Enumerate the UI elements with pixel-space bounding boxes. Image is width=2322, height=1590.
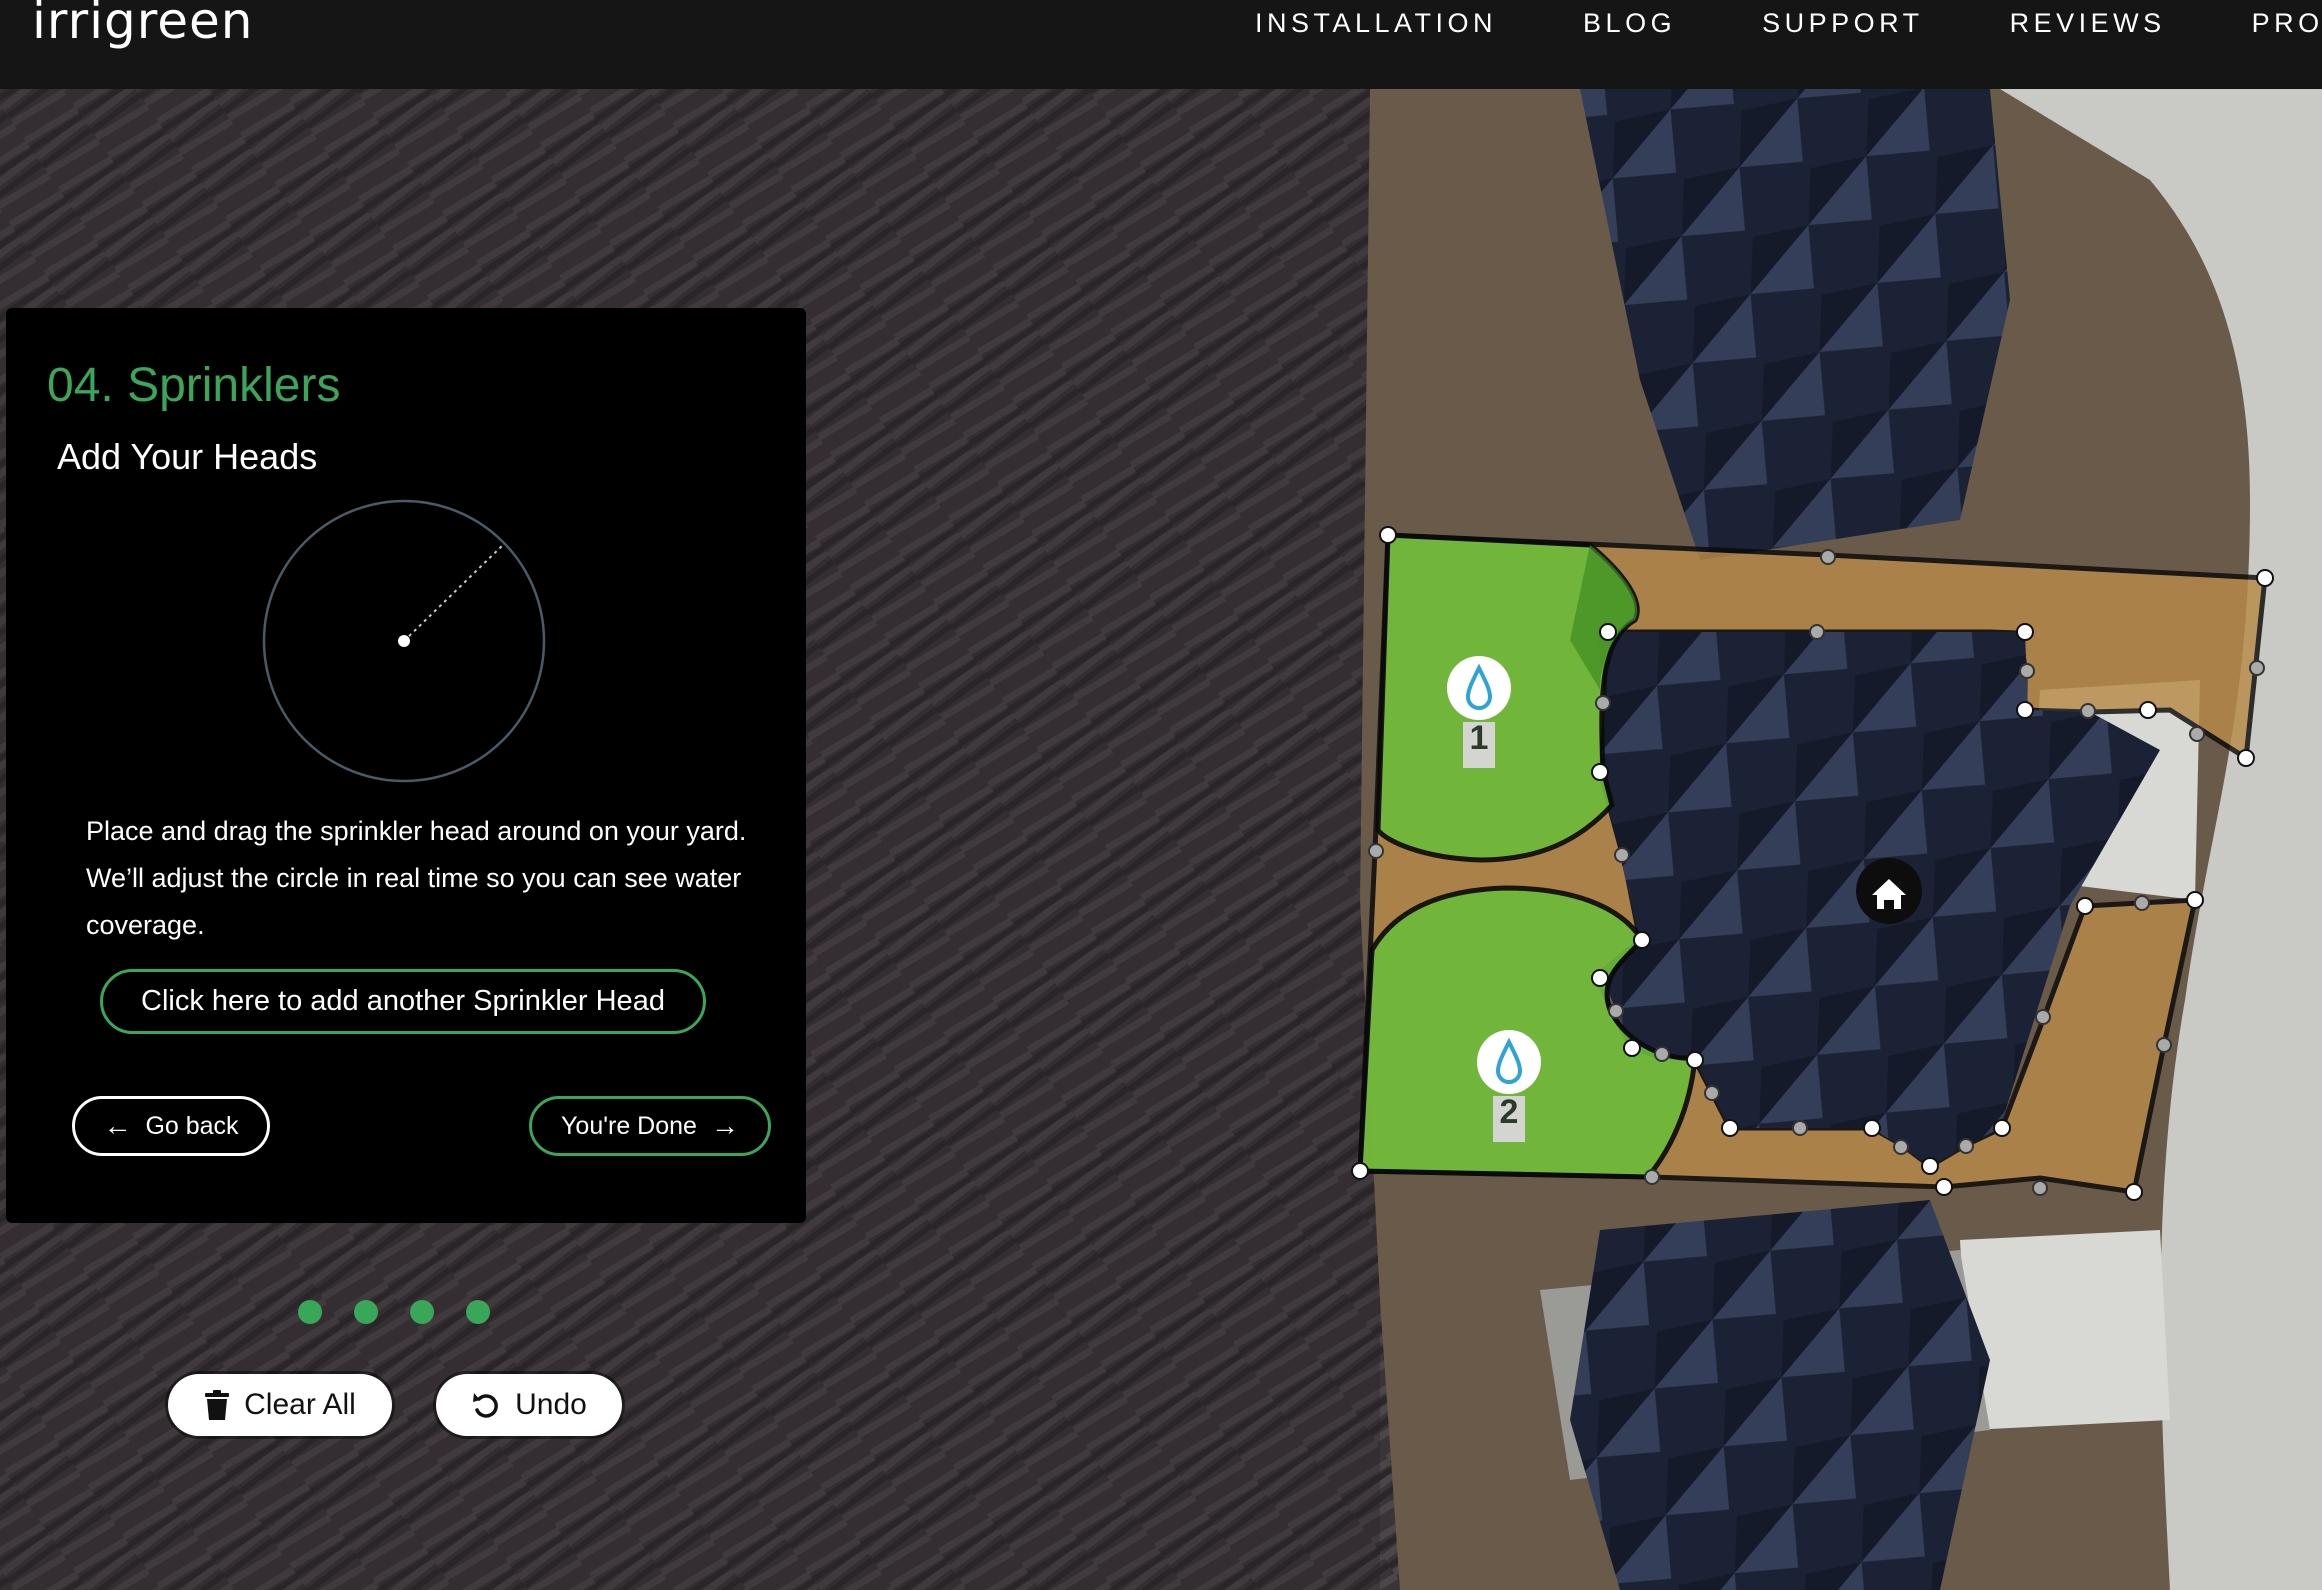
step-progress-dots <box>298 1300 490 1324</box>
youre-done-label: You're Done <box>561 1111 697 1140</box>
step-subtitle: Add Your Heads <box>57 436 318 477</box>
trash-icon <box>205 1390 230 1420</box>
clear-all-label: Clear All <box>244 1388 356 1421</box>
irrigreen-logo[interactable]: irrigreen <box>32 0 253 50</box>
home-icon <box>1856 858 1922 924</box>
nav-reviews[interactable]: REVIEWS <box>2010 8 2166 39</box>
undo-label: Undo <box>515 1388 587 1421</box>
instruction-panel: 04. Sprinklers Add Your Heads Place and … <box>6 308 806 1223</box>
nav-pro[interactable]: PRO P <box>2252 8 2322 39</box>
nav-installation[interactable]: INSTALLATION <box>1255 8 1497 39</box>
clear-all-button[interactable]: Clear All <box>168 1374 392 1436</box>
go-back-button[interactable]: ← Go back <box>72 1096 270 1156</box>
progress-dot[interactable] <box>354 1300 378 1324</box>
arrow-left-icon: ← <box>103 1110 132 1141</box>
nav-support[interactable]: SUPPORT <box>1762 8 1924 39</box>
youre-done-button[interactable]: You're Done → <box>529 1096 771 1156</box>
arrow-right-icon: → <box>710 1110 739 1141</box>
nav-blog[interactable]: BLOG <box>1583 8 1676 39</box>
add-sprinkler-head-button[interactable]: Click here to add another Sprinkler Head <box>100 969 706 1034</box>
neighbor-house-south <box>1570 1200 1990 1590</box>
sprinkler-coverage-illustration <box>262 499 546 783</box>
progress-dot[interactable] <box>410 1300 434 1324</box>
top-nav-bar: irrigreen INSTALLATION BLOG SUPPORT REVI… <box>0 0 2322 89</box>
step-title: 04. Sprinklers <box>47 359 341 412</box>
sprinkler-head-2-label: 2 <box>1499 1093 1519 1131</box>
undo-button[interactable]: Undo <box>436 1374 622 1436</box>
sprinkler-head-1-label: 1 <box>1469 719 1489 757</box>
step-instructions: Place and drag the sprinkler head around… <box>86 816 747 940</box>
main-nav: INSTALLATION BLOG SUPPORT REVIEWS PRO P <box>1255 0 2322 46</box>
add-sprinkler-head-label: Click here to add another Sprinkler Head <box>141 985 665 1017</box>
go-back-label: Go back <box>145 1111 239 1140</box>
progress-dot[interactable] <box>466 1300 490 1324</box>
progress-dot[interactable] <box>298 1300 322 1324</box>
undo-icon <box>473 1393 499 1418</box>
